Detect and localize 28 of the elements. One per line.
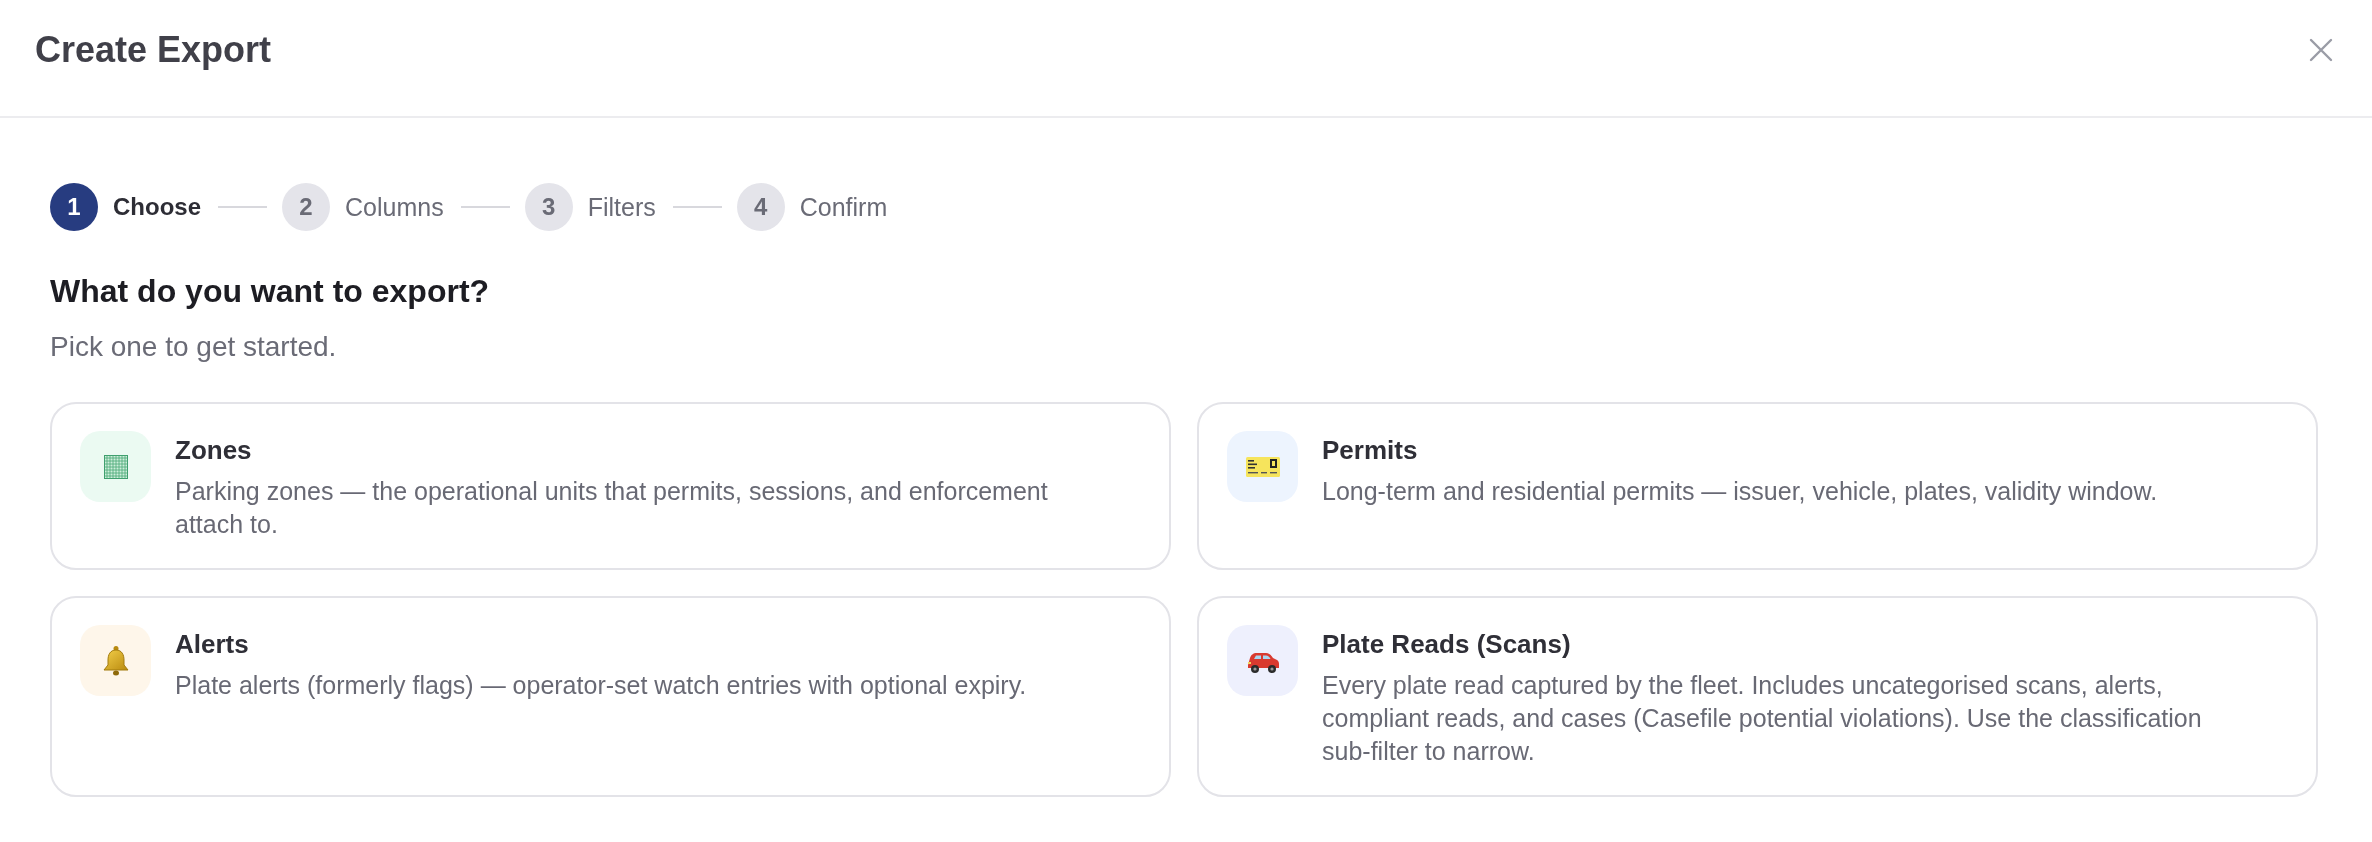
section-heading: What do you want to export?: [50, 272, 491, 311]
export-option-card[interactable]: Permits Long-term and residential permits — issuer, vehicle, plates, validity window.: [1197, 402, 2318, 570]
option-description: Plate alerts (formerly flags) — operator-set watch entries with optional expiry.: [175, 670, 1027, 701]
step-number: 4: [736, 183, 785, 231]
option-description: Long-term and residential permits — issuer, vehicle, plates, validity window.: [1322, 476, 2158, 507]
bell-icon: [80, 625, 151, 696]
section-subheading: Pick one to get started.: [50, 330, 338, 364]
option-title: Plate Reads (Scans): [1322, 628, 1571, 661]
car-icon: [1227, 625, 1298, 696]
step-label: Filters: [587, 192, 656, 222]
close-icon: [2309, 38, 2333, 62]
step-number: 3: [524, 183, 573, 231]
option-title: Zones: [175, 434, 252, 467]
option-title: Permits: [1322, 434, 1418, 467]
step-label: Choose: [113, 193, 201, 221]
ticket-icon: [1227, 431, 1298, 502]
step-label: Columns: [345, 192, 444, 222]
option-description: Parking zones — the operational units that permits, sessions, and enforcement attach to.: [175, 476, 1049, 540]
step-number: 1: [50, 183, 98, 231]
step-number: 2: [282, 183, 330, 231]
export-option-card[interactable]: Zones Parking zones — the operational units that permits, sessions, and enforcement attach to.: [50, 402, 1171, 570]
grid-icon: [80, 431, 151, 502]
export-option-card[interactable]: Alerts Plate alerts (formerly flags) — operator-set watch entries with optional expiry.: [50, 596, 1171, 797]
dialog-title: Create Export: [35, 28, 272, 72]
export-option-card[interactable]: [1197, 596, 2318, 797]
option-description: Every plate read captured by the fleet. Includes uncategorised scans, alerts, compliant reads, and cases (Casefile potential violations). Use the classification sub-filter to narrow.: [1322, 670, 2203, 767]
option-title: Alerts: [175, 628, 249, 661]
step-label: Confirm: [799, 192, 888, 222]
